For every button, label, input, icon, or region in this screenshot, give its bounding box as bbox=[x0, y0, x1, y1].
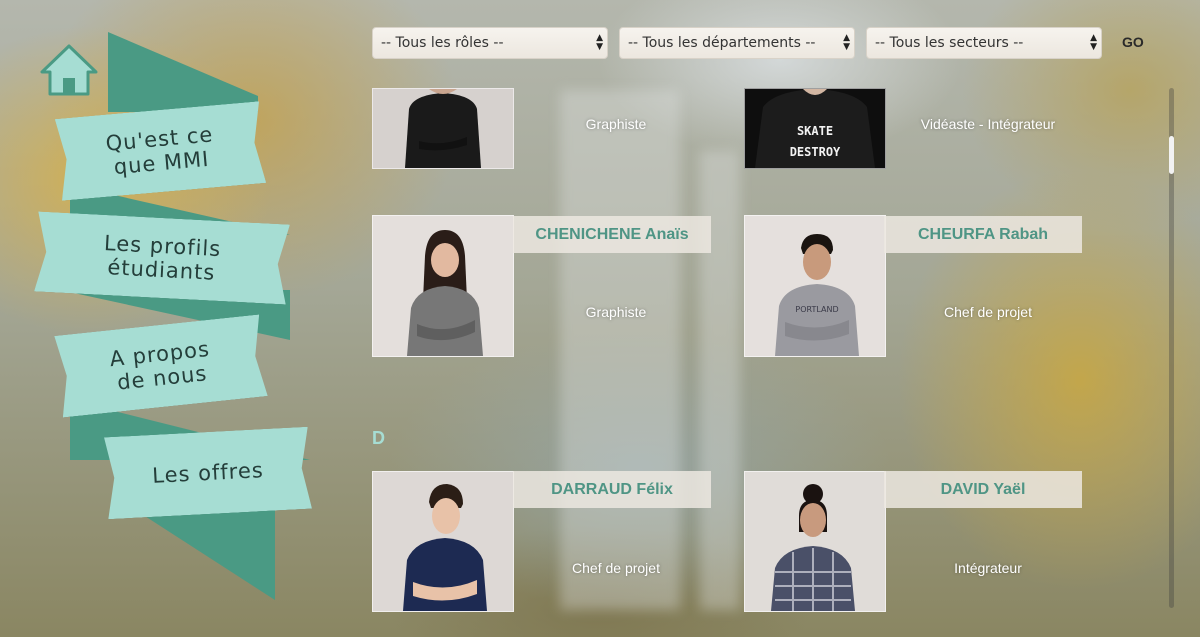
profile-photo[interactable]: PORTLAND bbox=[744, 215, 886, 357]
profile-photo[interactable] bbox=[372, 215, 514, 357]
nav-item-les-offres[interactable]: Les offres bbox=[104, 427, 312, 520]
profile-photo[interactable] bbox=[372, 471, 514, 612]
profile-role: Graphiste bbox=[585, 116, 647, 132]
profile-name[interactable]: CHEURFA Rabah bbox=[884, 216, 1082, 253]
profile-name[interactable]: DARRAUD Félix bbox=[513, 471, 711, 508]
scrollbar[interactable] bbox=[1169, 88, 1174, 608]
go-button[interactable]: GO bbox=[1122, 34, 1144, 50]
profile-role: Graphiste bbox=[585, 304, 647, 320]
select-arrows-icon: ▲ ▼ bbox=[596, 33, 603, 52]
profile-photo[interactable] bbox=[372, 88, 514, 169]
profile-name[interactable]: DAVID Yaël bbox=[884, 471, 1082, 508]
profile-photo[interactable]: SKATE DESTROY bbox=[744, 88, 886, 169]
nav-item-les-profils-etudiants[interactable]: Les profils étudiants bbox=[34, 211, 290, 304]
nav-item-label: Les offres bbox=[151, 458, 265, 488]
departements-select-value: -- Tous les départements -- bbox=[628, 35, 816, 51]
scrollbar-thumb[interactable] bbox=[1169, 136, 1174, 174]
home-icon[interactable] bbox=[38, 42, 100, 98]
roles-select-value: -- Tous les rôles -- bbox=[381, 35, 504, 51]
shirt-text: DESTROY bbox=[790, 145, 841, 159]
section-letter: D bbox=[372, 428, 385, 448]
svg-text:PORTLAND: PORTLAND bbox=[795, 305, 838, 314]
shirt-text: SKATE bbox=[797, 124, 833, 138]
profile-role: Intégrateur bbox=[954, 560, 1022, 576]
background-building-column bbox=[560, 90, 680, 610]
select-arrows-icon: ▲ ▼ bbox=[1090, 33, 1097, 52]
select-arrows-icon: ▲ ▼ bbox=[843, 33, 850, 52]
nav-item-label: étudiants bbox=[106, 255, 216, 285]
roles-select[interactable]: -- Tous les rôles -- ▲ ▼ bbox=[372, 27, 608, 59]
profile-role: Chef de projet bbox=[944, 304, 1032, 320]
profile-name[interactable]: CHENICHENE Anaïs bbox=[513, 216, 711, 253]
secteurs-select[interactable]: -- Tous les secteurs -- ▲ ▼ bbox=[866, 27, 1102, 59]
profile-role: Chef de projet bbox=[572, 560, 660, 576]
profile-role: Vidéaste - Intégrateur bbox=[920, 116, 1056, 132]
profile-photo[interactable] bbox=[744, 471, 886, 612]
secteurs-select-value: -- Tous les secteurs -- bbox=[875, 35, 1024, 51]
departements-select[interactable]: -- Tous les départements -- ▲ ▼ bbox=[619, 27, 855, 59]
